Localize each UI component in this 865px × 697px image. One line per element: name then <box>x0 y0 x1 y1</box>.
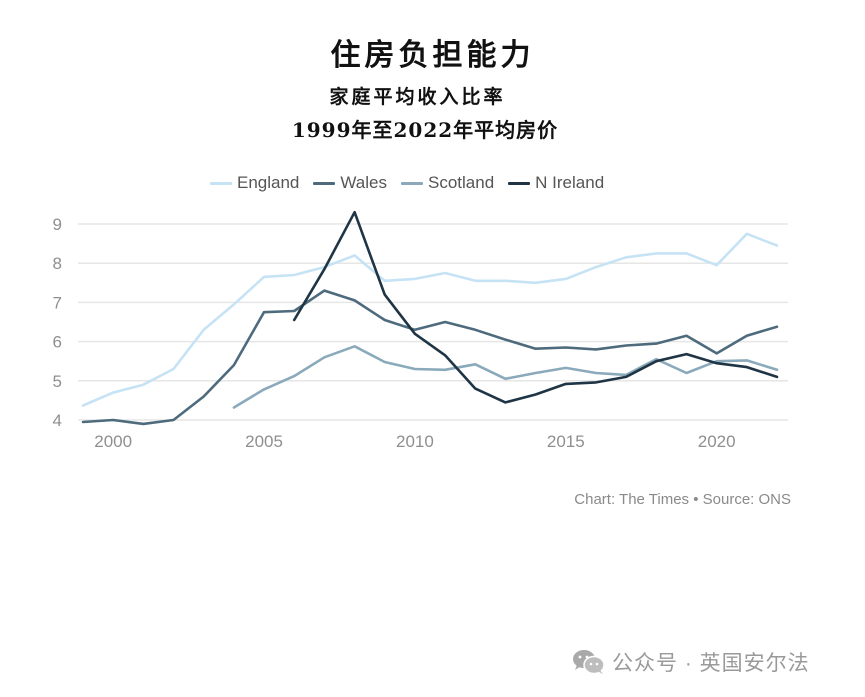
watermark-text: 公众号 · 英国安尔法 <box>612 652 810 675</box>
watermark: 公众号 · 英国安尔法 <box>572 647 810 677</box>
x-tick-label: 2000 <box>94 432 132 451</box>
wechat-icon <box>572 649 606 675</box>
y-tick-label: 5 <box>53 372 62 391</box>
y-tick-label: 8 <box>53 254 62 273</box>
y-tick-label: 7 <box>53 293 62 312</box>
y-tick-label: 9 <box>53 215 62 234</box>
x-tick-label: 2015 <box>547 432 585 451</box>
line-chart: 4 5 6 7 8 9 2000 2005 2010 2015 2020 <box>53 210 788 451</box>
y-tick-label: 4 <box>53 411 62 430</box>
x-axis-ticks: 2000 2005 2010 2015 2020 <box>94 432 735 451</box>
x-tick-label: 2020 <box>698 432 736 451</box>
x-tick-label: 2005 <box>245 432 283 451</box>
y-axis-ticks: 4 5 6 7 8 9 <box>53 215 62 430</box>
x-tick-label: 2010 <box>396 432 434 451</box>
chart-credit: Chart: The Times • Source: ONS <box>574 491 791 508</box>
y-tick-label: 6 <box>53 333 62 352</box>
series-lines <box>81 210 779 426</box>
series-line-england[interactable] <box>81 232 779 407</box>
